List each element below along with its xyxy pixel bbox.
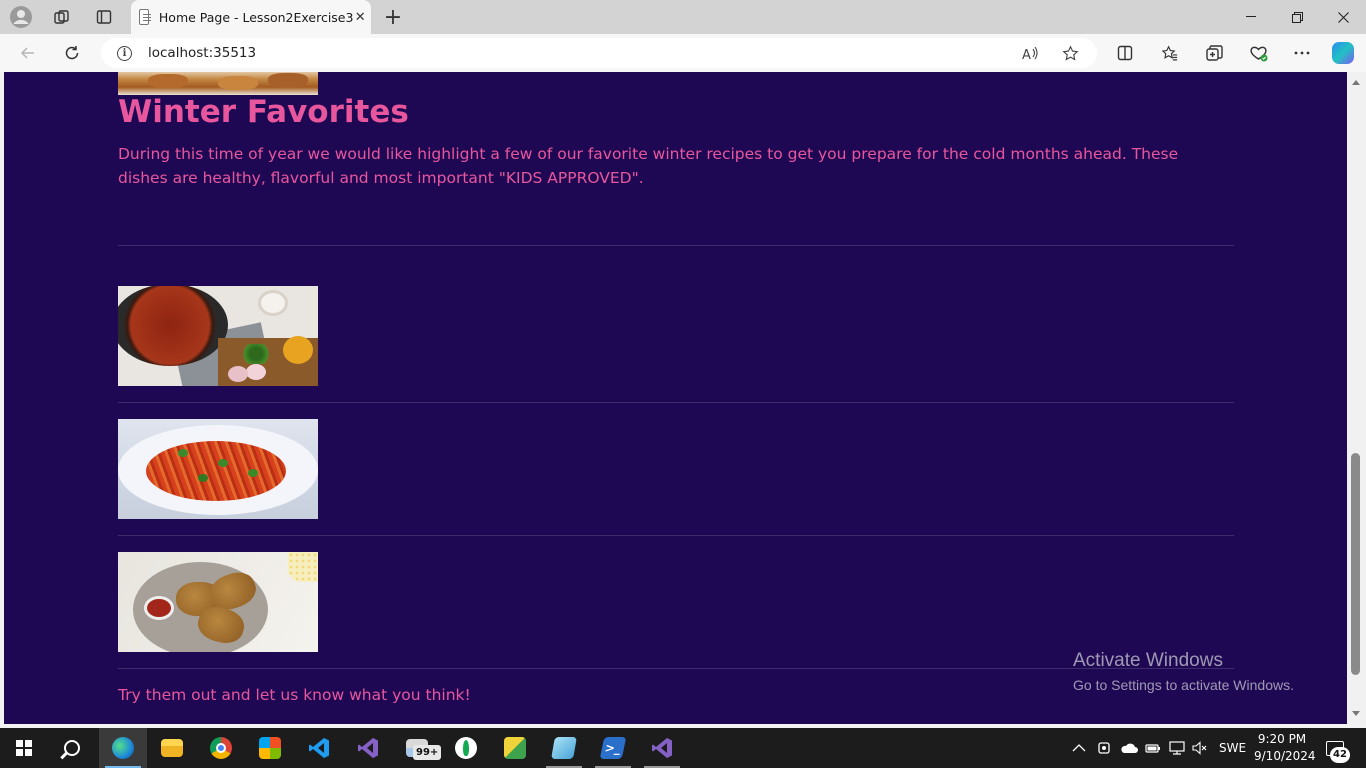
language-indicator[interactable]: SWE — [1219, 728, 1246, 768]
activate-windows-watermark: Activate Windows Go to Settings to activ… — [1073, 650, 1294, 693]
visual-studio-icon — [652, 738, 672, 758]
more-icon[interactable] — [1288, 39, 1316, 67]
taskbar: >_ SWE 9:20 PM 9/10/2024 — [0, 728, 1366, 768]
network-icon[interactable] — [1169, 728, 1185, 768]
store-icon — [259, 737, 281, 759]
taskbar-vscode[interactable] — [295, 728, 343, 768]
intro-paragraph: During this time of year we would like h… — [118, 145, 1179, 187]
taskbar-edge[interactable] — [99, 728, 147, 768]
fried-chicken-photo — [118, 552, 318, 652]
taskbar-store[interactable] — [246, 728, 294, 768]
onedrive-icon[interactable] — [1120, 728, 1138, 768]
vertical-tabs-icon[interactable] — [92, 5, 116, 29]
collections-icon[interactable] — [1200, 39, 1228, 67]
title-bar: Home Page - Lesson2Exercise3 ✕ + — [0, 0, 1366, 34]
volume-muted-icon[interactable] — [1192, 728, 1208, 768]
visual-studio-icon — [358, 738, 378, 758]
taskbar-visual-studio-2[interactable] — [638, 728, 686, 768]
recipe-image-partial — [118, 72, 318, 95]
scroll-thumb[interactable] — [1351, 453, 1360, 675]
refresh-icon[interactable] — [58, 39, 86, 67]
minimize-button[interactable] — [1228, 0, 1274, 34]
tool-app-icon — [504, 737, 526, 759]
close-window-button[interactable] — [1320, 0, 1366, 34]
taskbar-visual-studio[interactable] — [344, 728, 392, 768]
taskbar-notepad[interactable] — [540, 728, 588, 768]
restore-button[interactable] — [1274, 0, 1320, 34]
vertical-scrollbar[interactable] — [1347, 72, 1366, 724]
page-favicon-icon — [139, 9, 151, 25]
divider — [118, 668, 1234, 669]
back-arrow-icon[interactable] — [14, 39, 42, 67]
split-screen-icon[interactable] — [1111, 39, 1139, 67]
read-aloud-icon[interactable]: A — [1017, 40, 1043, 66]
info-icon[interactable]: i — [117, 45, 132, 61]
battery-icon[interactable] — [1145, 728, 1161, 768]
start-button[interactable] — [0, 728, 48, 768]
chili-photo — [118, 286, 318, 386]
search-button[interactable] — [48, 728, 96, 768]
powershell-icon: >_ — [599, 737, 627, 759]
taskbar-tool-app[interactable] — [491, 728, 539, 768]
divider — [118, 245, 1234, 246]
browser-toolbar: i localhost:35513 A — [0, 34, 1366, 72]
browser-tab[interactable]: Home Page - Lesson2Exercise3 ✕ — [131, 0, 371, 34]
notepad-icon — [551, 737, 577, 759]
clock-time: 9:20 PM — [1257, 732, 1307, 746]
chrome-icon — [210, 737, 232, 759]
page-heading: Winter Favorites — [118, 94, 409, 130]
scroll-down-icon[interactable] — [1352, 711, 1360, 716]
windows-logo-icon — [16, 740, 32, 756]
profile-icon[interactable] — [9, 5, 33, 29]
vscode-icon — [309, 738, 329, 758]
divider — [118, 402, 1234, 403]
folder-icon — [161, 739, 183, 757]
taskbar-file-explorer[interactable] — [148, 728, 196, 768]
edge-icon — [112, 737, 134, 759]
mail-badge: 99+ — [413, 745, 442, 760]
notification-count-badge: 42 — [1330, 747, 1350, 763]
star-icon[interactable] — [1057, 40, 1083, 66]
page-viewport: Winter Favorites During this time of yea… — [4, 72, 1347, 724]
spaghetti-photo — [118, 419, 318, 519]
watermark-title: Activate Windows — [1073, 650, 1223, 671]
show-hidden-icons[interactable] — [1072, 728, 1086, 768]
address-bar[interactable]: i localhost:35513 A — [101, 38, 1097, 68]
copilot-icon[interactable] — [1332, 42, 1354, 64]
clock[interactable]: 9:20 PM 9/10/2024 — [1254, 731, 1316, 765]
workspaces-icon[interactable] — [50, 5, 74, 29]
browser-essentials-icon[interactable] — [1244, 39, 1272, 67]
tab-title: Home Page - Lesson2Exercise3 — [158, 9, 354, 25]
url-text[interactable]: localhost:35513 — [148, 45, 1017, 61]
tray-app-icon[interactable] — [1097, 728, 1111, 768]
search-icon — [64, 740, 80, 756]
outro-text: Try them out and let us know what you th… — [118, 686, 471, 704]
watermark-subtitle: Go to Settings to activate Windows. — [1073, 677, 1294, 693]
taskbar-powershell[interactable]: >_ — [589, 728, 637, 768]
taskbar-mongodb[interactable] — [442, 728, 490, 768]
mongodb-icon — [455, 737, 477, 759]
plus-icon[interactable]: + — [380, 4, 406, 30]
divider — [118, 535, 1234, 536]
chevron-up-icon — [1072, 744, 1086, 752]
scroll-up-icon[interactable] — [1352, 80, 1360, 85]
favorites-icon[interactable] — [1156, 39, 1184, 67]
clock-date: 9/10/2024 — [1254, 749, 1316, 763]
taskbar-chrome[interactable] — [197, 728, 245, 768]
svg-text:A: A — [1022, 48, 1031, 61]
close-icon[interactable]: ✕ — [353, 5, 367, 29]
